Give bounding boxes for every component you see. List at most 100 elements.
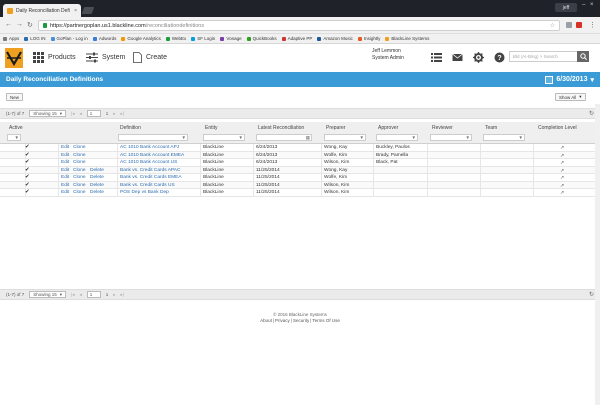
- definition-link[interactable]: AC 1010 Bank Account APJ: [120, 145, 179, 150]
- table-row[interactable]: ✔ Edit Clone AC 1010 Bank Account EMEA Black…: [0, 151, 600, 159]
- table-row[interactable]: ✔ Edit Clone Delete POS Dep vs Bank Dep Black…: [0, 189, 600, 197]
- minimize-icon[interactable]: –: [582, 2, 585, 8]
- col-latest-reconciliation[interactable]: Latest Reconciliation: [258, 125, 304, 131]
- footer-link[interactable]: Privacy: [275, 318, 290, 323]
- bookmark-item[interactable]: Adwords: [92, 36, 116, 41]
- page-size-select[interactable]: Showing 15 ▾: [29, 110, 67, 117]
- nav-products[interactable]: Products: [33, 52, 76, 63]
- row-action-clone[interactable]: Clone: [73, 183, 86, 188]
- col-entity[interactable]: Entity: [205, 125, 218, 131]
- help-icon[interactable]: ?: [494, 52, 505, 63]
- mail-icon[interactable]: [452, 52, 463, 63]
- user-info[interactable]: Jeff Lemmon System Admin: [372, 48, 404, 62]
- blackline-logo-icon[interactable]: [5, 48, 23, 68]
- approver-filter[interactable]: ▼: [376, 134, 418, 141]
- first-page-icon[interactable]: |◂: [71, 111, 74, 117]
- profile-button[interactable]: jeff: [555, 3, 577, 12]
- preparer-filter[interactable]: ▼: [324, 134, 366, 141]
- show-all-dropdown[interactable]: Show All ▾: [555, 93, 586, 101]
- list-icon[interactable]: [431, 52, 442, 63]
- new-button[interactable]: New: [6, 93, 24, 101]
- page-number-input[interactable]: 1: [86, 110, 101, 117]
- forward-icon[interactable]: →: [16, 21, 23, 28]
- last-page-icon[interactable]: ▸|: [121, 111, 124, 117]
- bookmark-item[interactable]: GoPlan - Log in: [50, 36, 88, 41]
- row-action-edit[interactable]: Edit: [61, 145, 69, 150]
- footer-link[interactable]: About: [260, 318, 272, 323]
- bookmark-star-icon[interactable]: ☆: [550, 22, 555, 29]
- nav-system[interactable]: System: [86, 52, 125, 63]
- next-page-icon[interactable]: ▸: [113, 292, 115, 298]
- reviewer-filter[interactable]: ▼: [430, 134, 472, 141]
- refresh-icon[interactable]: ↻: [589, 291, 594, 298]
- row-action-edit[interactable]: Edit: [61, 160, 69, 165]
- definition-link[interactable]: Bank vs. Credit Cards APAC: [120, 168, 180, 173]
- footer-link[interactable]: Security: [293, 318, 309, 323]
- col-preparer[interactable]: Preparer: [326, 125, 345, 131]
- row-action-clone[interactable]: Clone: [73, 160, 86, 165]
- menu-icon[interactable]: ⋮: [589, 21, 596, 29]
- definition-link[interactable]: AC 1010 Bank Account US: [120, 160, 177, 165]
- footer-link[interactable]: Terms Of Use: [312, 318, 340, 323]
- nav-create[interactable]: Create: [133, 52, 167, 63]
- row-action-delete[interactable]: Delete: [90, 190, 104, 195]
- row-action-edit[interactable]: Edit: [61, 190, 69, 195]
- bookmark-item[interactable]: Vonage: [220, 36, 242, 41]
- browser-tab[interactable]: Daily Reconciliation Defi ×: [3, 4, 81, 17]
- bookmark-item[interactable]: Adaptive PP: [281, 36, 312, 41]
- bookmark-item[interactable]: WebEx: [165, 36, 186, 41]
- bookmark-item[interactable]: Apps: [3, 36, 19, 41]
- url-input[interactable]: https://partnergoplan.us1.blackline.com/…: [38, 20, 560, 31]
- definition-link[interactable]: AC 1010 Bank Account EMEA: [120, 153, 184, 158]
- row-action-delete[interactable]: Delete: [90, 183, 104, 188]
- table-row[interactable]: ✔ Edit Clone Delete Bank vs. Credit Cards AP…: [0, 166, 600, 174]
- tab-close-icon[interactable]: ×: [74, 8, 77, 14]
- row-action-edit[interactable]: Edit: [61, 183, 69, 188]
- search-button[interactable]: [577, 51, 589, 62]
- bookmark-item[interactable]: LOG IN: [24, 36, 46, 41]
- team-filter[interactable]: ▼: [483, 134, 525, 141]
- col-definition[interactable]: Definition: [120, 125, 141, 131]
- table-row[interactable]: ✔ Edit Clone AC 1010 Bank Account US BlackLi…: [0, 159, 600, 167]
- col-reviewer[interactable]: Reviewer: [432, 125, 453, 131]
- back-icon[interactable]: ←: [5, 21, 12, 28]
- bookmark-item[interactable]: BlackLine Systems: [385, 36, 429, 41]
- page-number-input[interactable]: 1: [86, 291, 101, 298]
- next-page-icon[interactable]: ▸: [113, 111, 115, 117]
- bookmark-item[interactable]: Amazon Music: [317, 36, 353, 41]
- prev-page-icon[interactable]: ◂: [80, 292, 82, 298]
- refresh-icon[interactable]: ↻: [589, 110, 594, 117]
- row-action-delete[interactable]: Delete: [90, 175, 104, 180]
- definition-filter[interactable]: ▼: [118, 134, 188, 141]
- row-action-clone[interactable]: Clone: [73, 190, 86, 195]
- period-selector[interactable]: 6/30/2013 ▾: [545, 75, 594, 84]
- col-approver[interactable]: Approver: [378, 125, 398, 131]
- row-action-clone[interactable]: Clone: [73, 175, 86, 180]
- col-active[interactable]: Active: [9, 125, 23, 131]
- row-action-clone[interactable]: Clone: [73, 145, 86, 150]
- definition-link[interactable]: Bank vs. Credit Cards US: [120, 183, 175, 188]
- last-page-icon[interactable]: ▸|: [121, 292, 124, 298]
- latest-filter[interactable]: ▦: [256, 134, 312, 141]
- definition-link[interactable]: POS Dep vs Bank Dep: [120, 190, 169, 195]
- new-tab-button[interactable]: [81, 7, 95, 14]
- bookmark-item[interactable]: Insightly: [357, 36, 380, 41]
- definition-link[interactable]: Bank vs. Credit Cards EMEA: [120, 175, 182, 180]
- col-completion-level[interactable]: Completion Level: [538, 125, 577, 131]
- row-action-edit[interactable]: Edit: [61, 153, 69, 158]
- extension-icon[interactable]: [576, 22, 582, 28]
- first-page-icon[interactable]: |◂: [71, 292, 74, 298]
- reload-icon[interactable]: ↻: [27, 21, 33, 29]
- bookmark-item[interactable]: QuickBooks: [246, 36, 277, 41]
- scrollbar[interactable]: [595, 104, 600, 405]
- close-window-icon[interactable]: ×: [590, 2, 594, 8]
- row-action-edit[interactable]: Edit: [61, 168, 69, 173]
- table-row[interactable]: ✔ Edit Clone Delete Bank vs. Credit Cards EM…: [0, 174, 600, 182]
- row-action-edit[interactable]: Edit: [61, 175, 69, 180]
- extension-icon[interactable]: [566, 22, 572, 28]
- row-action-clone[interactable]: Clone: [73, 168, 86, 173]
- row-action-delete[interactable]: Delete: [90, 168, 104, 173]
- page-size-select[interactable]: Showing 15 ▾: [29, 291, 67, 298]
- col-team[interactable]: Team: [485, 125, 497, 131]
- bookmark-item[interactable]: Google Analytics: [121, 36, 161, 41]
